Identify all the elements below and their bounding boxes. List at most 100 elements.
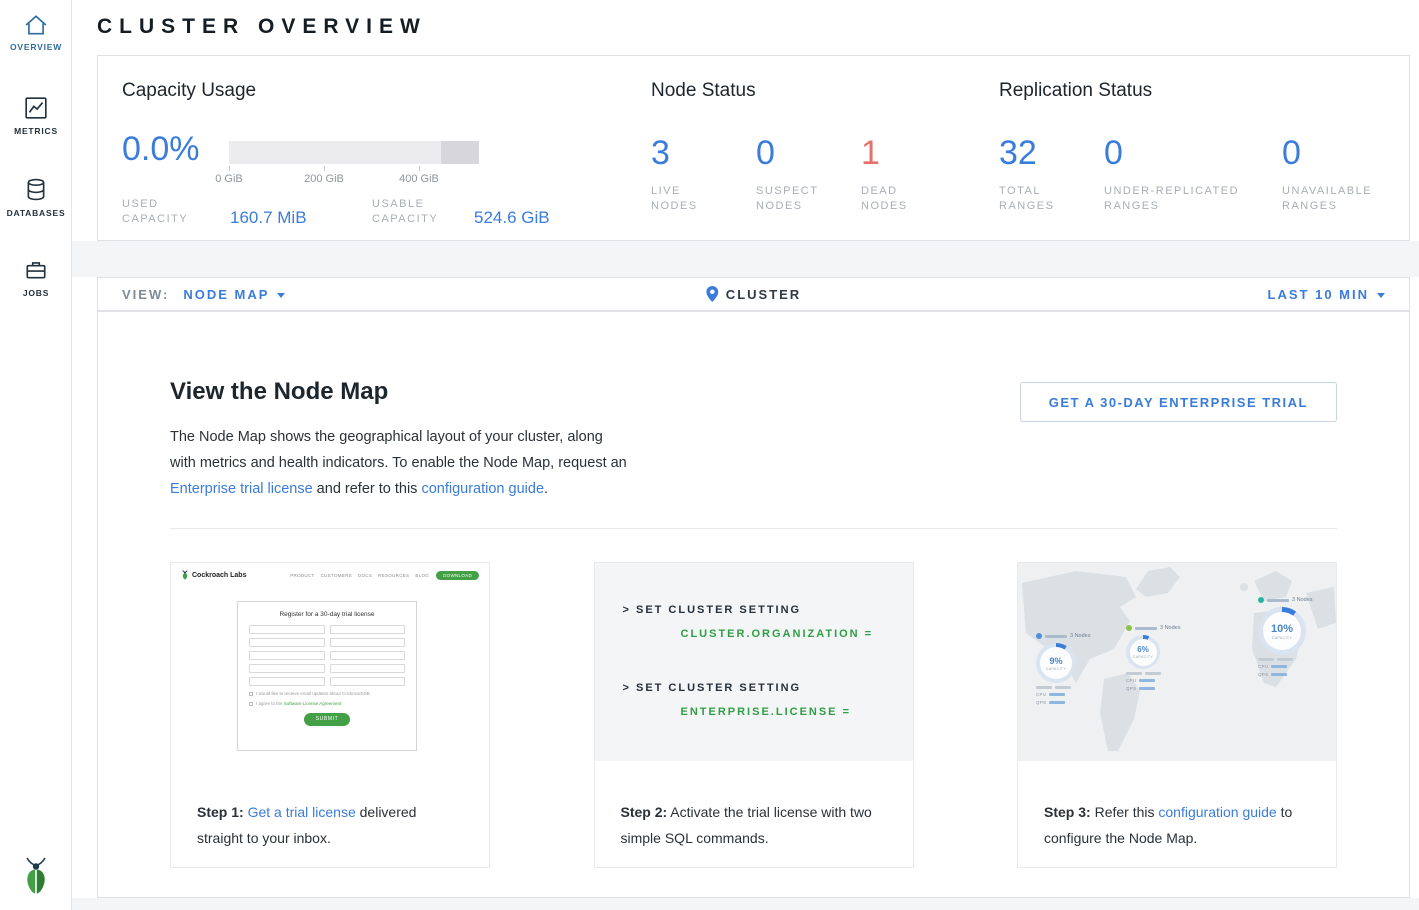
sidebar-item-jobs[interactable]: JOBS	[0, 258, 72, 298]
step-text: Refer this	[1091, 804, 1159, 820]
axis-tick	[419, 166, 420, 171]
locality-breadcrumb: CLUSTER	[706, 286, 801, 302]
usable-capacity-value: 524.6 GiB	[474, 208, 550, 228]
capacity-percent: 10%	[1271, 623, 1293, 635]
description-text: .	[544, 481, 548, 497]
mini-input	[249, 651, 325, 660]
under-replicated-ranges-stat: 0 UNDER-REPLICATED RANGES	[1104, 134, 1282, 214]
view-selector-dropdown[interactable]: NODE MAP	[183, 287, 285, 302]
locality-marker: 3 Nodes 9% CAPACITY CPU QPS	[1036, 633, 1091, 705]
stat-bar	[1271, 665, 1287, 668]
code-line: > SET CLUSTER SETTING	[623, 681, 913, 695]
get-trial-license-link[interactable]: Get a trial license	[248, 804, 356, 820]
mini-checkbox	[249, 692, 253, 696]
mini-checkbox-row: I agree to the Software License Agreemen…	[249, 701, 405, 706]
sidebar-item-label: JOBS	[0, 288, 72, 298]
mini-input	[330, 625, 406, 634]
sql-commands-block: > SET CLUSTER SETTING CLUSTER.ORGANIZATI…	[595, 563, 913, 761]
sidebar-item-label: OVERVIEW	[0, 42, 72, 52]
step-card-1: Cockroach Labs PRODUCT CUSTOMERS DOCS RE…	[170, 562, 490, 868]
cpu-label: CPU	[1036, 692, 1046, 697]
locality-marker: 3 Nodes 10% CAPACITY CPU QPS	[1258, 597, 1313, 677]
enterprise-trial-license-link[interactable]: Enterprise trial license	[170, 481, 313, 497]
locality-chip: 3 Nodes	[1258, 597, 1313, 603]
capacity-usage-section: Capacity Usage 0.0% 0 GiB 200 GiB 400 Gi…	[122, 80, 622, 102]
cockroachdb-logo	[0, 856, 72, 896]
stat-bar	[1049, 693, 1065, 696]
node-map-preview: 3 Nodes 9% CAPACITY CPU QPS	[1018, 563, 1336, 761]
background-strip	[72, 241, 1419, 277]
stat-value: 0	[756, 134, 861, 172]
mini-checkbox-row: I would like to receive email updates ab…	[249, 691, 405, 696]
step-number: Step 1:	[197, 804, 244, 820]
chevron-down-icon	[277, 293, 285, 298]
locality-dot-icon	[1036, 633, 1042, 639]
briefcase-icon	[24, 258, 48, 282]
mini-nav-item: RESOURCES	[378, 573, 409, 578]
background-strip	[72, 898, 1419, 910]
qps-label: QPS	[1126, 686, 1136, 691]
mini-download-button: DOWNLOAD	[436, 571, 479, 580]
steps-row: Cockroach Labs PRODUCT CUSTOMERS DOCS RE…	[170, 562, 1337, 868]
locality-name-bar	[1045, 635, 1067, 638]
capacity-percent: 6%	[1137, 645, 1149, 654]
mini-form-title: Register for a 30-day trial license	[249, 611, 405, 618]
node-map-description: The Node Map shows the geographical layo…	[170, 424, 628, 502]
axis-tick-label: 400 GiB	[399, 173, 439, 185]
step-caption: Step 3: Refer this configuration guide t…	[1018, 761, 1336, 851]
stat-value: 1	[861, 134, 966, 172]
qps-label: QPS	[1036, 700, 1046, 705]
description-text: and refer to this	[313, 481, 422, 497]
stat-value: 0	[1104, 134, 1282, 172]
mini-site-navbar: Cockroach Labs PRODUCT CUSTOMERS DOCS RE…	[171, 563, 489, 580]
stat-bar	[1049, 701, 1065, 704]
replication-status-section: Replication Status 32 TOTAL RANGES 0 UND…	[999, 80, 1152, 102]
mini-nav-item: DOCS	[358, 573, 372, 578]
mini-checkbox	[249, 702, 253, 706]
page-title: CLUSTER OVERVIEW	[97, 15, 427, 39]
mini-form-fields	[249, 625, 405, 686]
metrics-chart-icon	[24, 96, 48, 120]
locality-dot-icon	[1258, 597, 1264, 603]
main-content: CLUSTER OVERVIEW Capacity Usage 0.0% 0 G…	[72, 0, 1419, 910]
dead-nodes-stat: 1 DEAD NODES	[861, 134, 966, 214]
cluster-overview-page: OVERVIEW METRICS DATABASES JOBS	[0, 0, 1419, 910]
capacity-caption: CAPACITY	[1046, 667, 1066, 671]
enterprise-trial-button[interactable]: GET A 30-DAY ENTERPRISE TRIAL	[1020, 382, 1337, 422]
view-toolbar: VIEW: NODE MAP CLUSTER LAST 10 MIN	[97, 277, 1410, 311]
qps-label: QPS	[1258, 672, 1268, 677]
sidebar-item-metrics[interactable]: METRICS	[0, 96, 72, 136]
usable-capacity-label: USABLE CAPACITY	[372, 197, 448, 227]
mini-input	[330, 638, 406, 647]
capacity-percent: 9%	[1049, 656, 1062, 666]
configuration-guide-link[interactable]: configuration guide	[421, 481, 544, 497]
axis-tick	[229, 166, 230, 171]
cockroach-bug-icon	[21, 856, 51, 896]
mini-nav-item: CUSTOMERS	[321, 573, 352, 578]
time-range-dropdown[interactable]: LAST 10 MIN	[1268, 287, 1385, 302]
stat-bar	[1277, 658, 1293, 661]
sidebar-item-overview[interactable]: OVERVIEW	[0, 14, 72, 52]
stat-bar	[1139, 679, 1155, 682]
cpu-label: CPU	[1258, 664, 1268, 669]
mini-input	[249, 677, 325, 686]
cluster-summary-panel: Capacity Usage 0.0% 0 GiB 200 GiB 400 Gi…	[97, 55, 1410, 241]
configuration-guide-link[interactable]: configuration guide	[1158, 804, 1276, 820]
chevron-down-icon	[1377, 293, 1385, 298]
sidebar-item-databases[interactable]: DATABASES	[0, 178, 72, 218]
capacity-donut: 6% CAPACITY	[1126, 635, 1160, 669]
axis-tick	[324, 166, 325, 171]
capacity-bar	[229, 141, 479, 164]
axis-tick-label: 200 GiB	[304, 173, 344, 185]
capacity-bar-nonusable	[441, 141, 479, 164]
step-card-2: > SET CLUSTER SETTING CLUSTER.ORGANIZATI…	[594, 562, 914, 868]
locality-chip: 3 Nodes	[1126, 625, 1181, 631]
capacity-bar-chart: 0 GiB 200 GiB 400 GiB	[229, 141, 479, 164]
capacity-donut: 9% CAPACITY	[1036, 643, 1076, 683]
sidebar-item-label: DATABASES	[0, 208, 72, 218]
used-capacity-value: 160.7 MiB	[230, 208, 307, 228]
stat-bar	[1145, 672, 1161, 675]
locality-marker: 3 Nodes 6% CAPACITY CPU QPS	[1126, 625, 1181, 691]
total-ranges-stat: 32 TOTAL RANGES	[999, 134, 1104, 214]
stat-bar	[1036, 686, 1052, 689]
